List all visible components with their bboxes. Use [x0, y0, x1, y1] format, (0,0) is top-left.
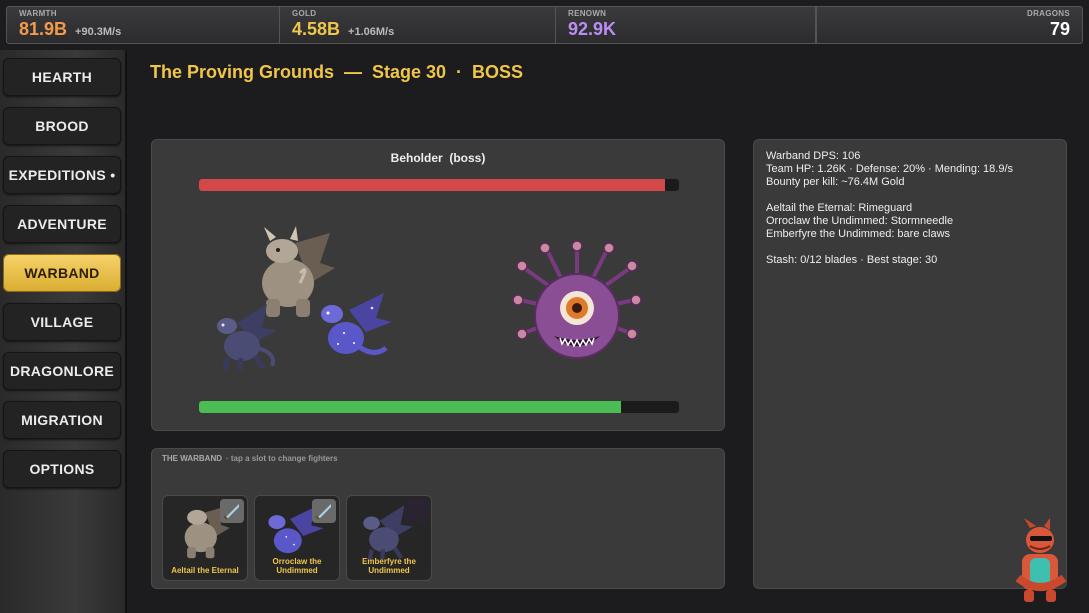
enemy-hp-bar	[199, 179, 679, 191]
nav-migration[interactable]: MIGRATION	[3, 401, 121, 439]
battle-panel: Beholder (boss)	[151, 139, 725, 431]
nav-options[interactable]: OPTIONS	[3, 450, 121, 488]
team-stats-line: Team HP: 1.26K · Defense: 20% · Mending:…	[766, 163, 1014, 175]
bounty-line: Bounty per kill: ~76.4M Gold	[766, 176, 905, 188]
warband-slot-3[interactable]: Emberfyre the Undimmed	[346, 495, 432, 581]
renown-value: 92.9K	[568, 19, 617, 39]
warmth-rate: +90.3M/s	[75, 26, 122, 38]
warmth-label: WARMTH	[19, 9, 57, 18]
page-title: The Proving Grounds — Stage 30 · BOSS	[150, 62, 524, 82]
warband-heading: THE WARBAND · tap a slot to change fighte…	[162, 454, 338, 463]
sword-icon[interactable]	[312, 499, 336, 523]
shadow-dragon-sprite[interactable]	[207, 298, 282, 373]
warband-slot-1[interactable]: Aeltail the Eternal	[162, 495, 248, 581]
empty-slot-icon[interactable]	[404, 499, 428, 523]
renown-label: RENOWN	[568, 9, 607, 18]
member-line: Emberfyre the Undimmed: bare claws	[766, 228, 951, 240]
renown-stat: RENOWN 92.9K	[556, 7, 816, 43]
dragons-label: DRAGONS	[1027, 9, 1070, 18]
sword-icon[interactable]	[220, 499, 244, 523]
gold-stat: GOLD 4.58B +1.06M/s	[280, 7, 556, 43]
sidebar-nav: HEARTH BROOD EXPEDITIONS • ADVENTURE WAR…	[0, 50, 127, 613]
warmth-stat: WARMTH 81.9B +90.3M/s	[7, 7, 280, 43]
nav-expeditions[interactable]: EXPEDITIONS •	[3, 156, 121, 194]
warband-slot-2[interactable]: Orroclaw the Undimmed	[254, 495, 340, 581]
dragons-stat: DRAGONS 79	[992, 7, 1082, 43]
resource-bar: WARMTH 81.9B +90.3M/s GOLD 4.58B +1.06M/s …	[6, 6, 1083, 44]
warband-heading-text: THE WARBAND	[162, 454, 222, 463]
team-hp-bar	[199, 401, 679, 413]
gold-value: 4.58B	[292, 19, 341, 39]
gold-label: GOLD	[292, 9, 317, 18]
starry-dragon-sprite[interactable]	[314, 288, 394, 363]
nav-adventure[interactable]: ADVENTURE	[3, 205, 121, 243]
slot-name: Emberfyre the Undimmed	[362, 557, 416, 575]
warband-hint: · tap a slot to change fighters	[226, 454, 338, 463]
enemy-hp-fill	[199, 179, 665, 191]
slot-name: Orroclaw the Undimmed	[272, 557, 322, 575]
stash-line: Stash: 0/12 blades · Best stage: 30	[766, 254, 938, 266]
warband-panel: THE WARBAND · tap a slot to change fighte…	[151, 448, 725, 589]
member-line: Orroclaw the Undimmed: Stormneedle	[766, 215, 954, 227]
nav-warband[interactable]: WARBAND	[3, 254, 121, 292]
gold-rate: +1.06M/s	[348, 26, 395, 38]
nav-village[interactable]: VILLAGE	[3, 303, 121, 341]
dragon-mascot[interactable]	[1010, 518, 1072, 604]
topbar-spacer	[816, 7, 992, 43]
warmth-value: 81.9B	[19, 19, 68, 39]
dragons-value: 79	[1049, 19, 1070, 39]
enemy-name: Beholder (boss)	[390, 151, 486, 165]
dps-line: Warband DPS: 106	[766, 150, 861, 162]
nav-hearth[interactable]: HEARTH	[3, 58, 121, 96]
nav-dragonlore[interactable]: DRAGONLORE	[3, 352, 121, 390]
team-hp-fill	[199, 401, 622, 413]
nav-brood[interactable]: BROOD	[3, 107, 121, 145]
member-line: Aeltail the Eternal: Rimeguard	[766, 202, 913, 214]
beholder-sprite[interactable]	[512, 238, 642, 373]
slot-name: Aeltail the Eternal	[171, 566, 239, 575]
